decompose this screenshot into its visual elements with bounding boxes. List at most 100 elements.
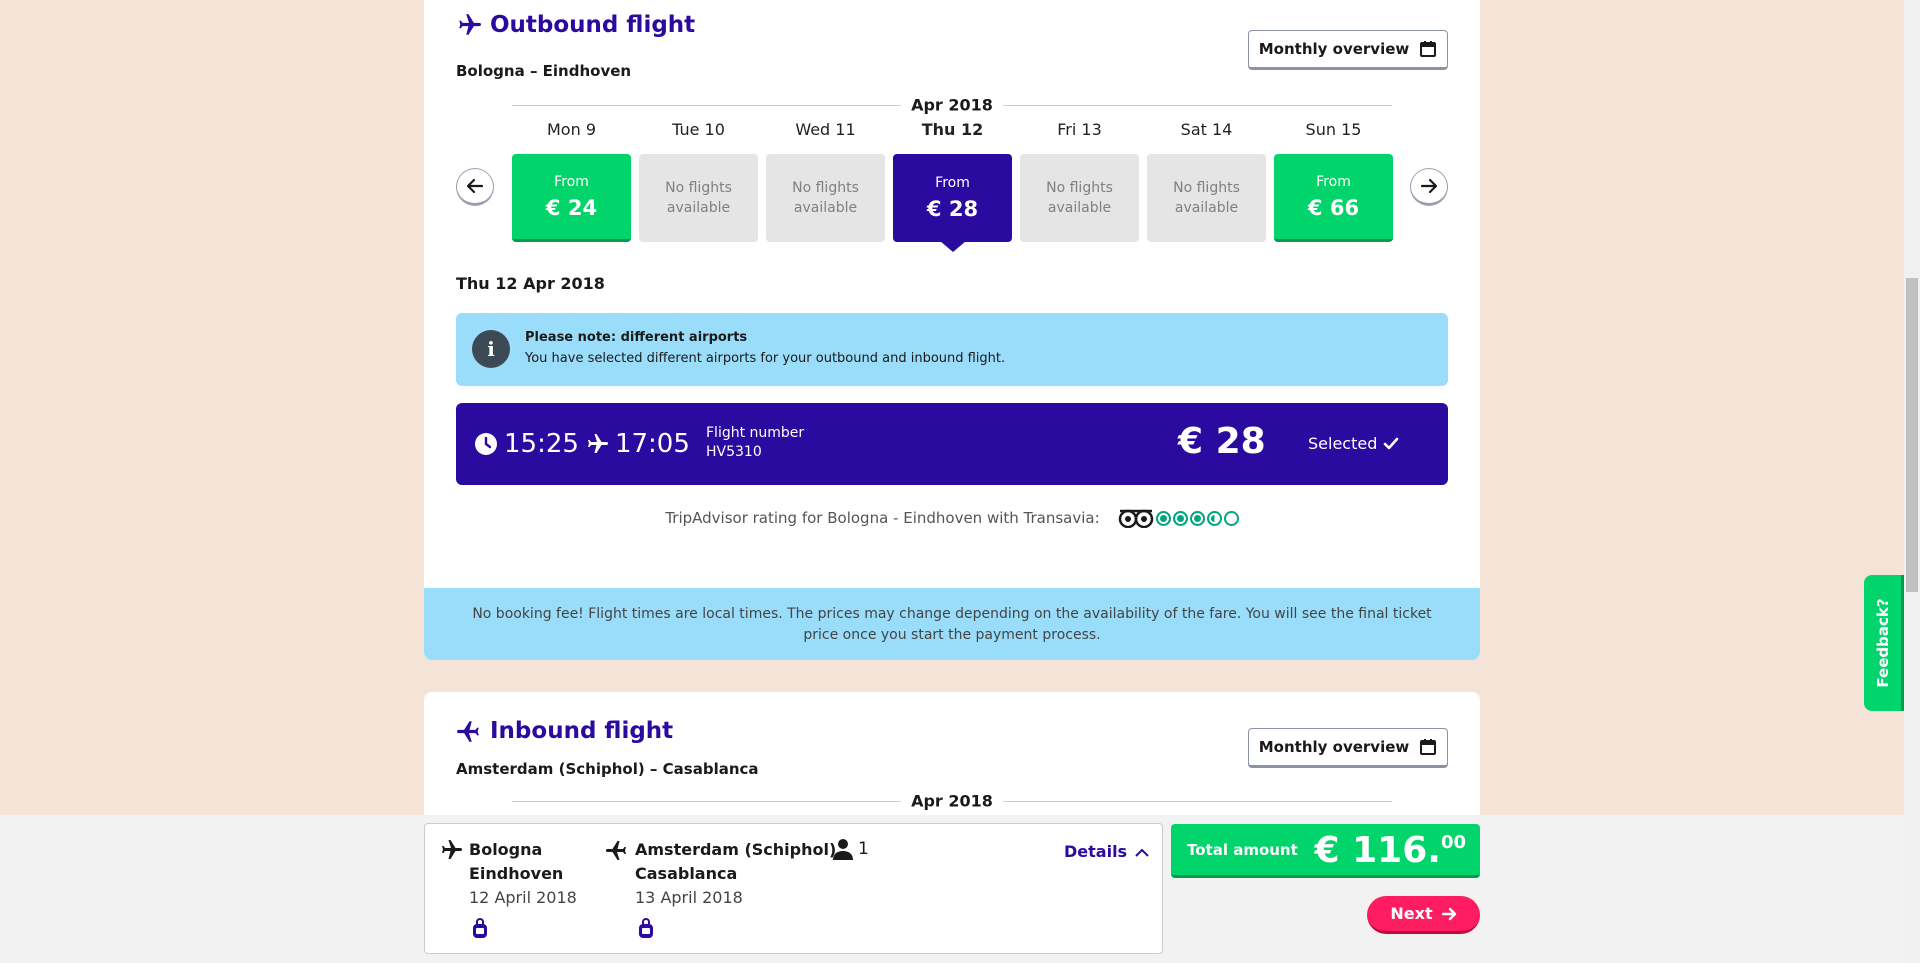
calendar-icon xyxy=(1420,739,1437,755)
summary-inbound-leg: Amsterdam (Schiphol) Casablanca 13 April… xyxy=(606,838,837,944)
details-toggle[interactable]: Details xyxy=(1064,842,1149,861)
calendar-icon xyxy=(1420,41,1437,57)
feedback-tab[interactable]: Feedback? xyxy=(1864,575,1904,711)
leg-date: 13 April 2018 xyxy=(635,888,743,907)
outbound-route: Bologna – Eindhoven xyxy=(456,62,632,80)
prev-week-button[interactable] xyxy=(456,168,494,206)
day-fare-box: No flights available xyxy=(766,154,885,242)
total-value-cents: 00 xyxy=(1440,832,1466,853)
check-icon xyxy=(1384,437,1399,449)
day-fare-price: € 66 xyxy=(1307,195,1360,220)
flight-number: HV5310 xyxy=(706,444,762,460)
day-fare-price: € 28 xyxy=(926,197,979,221)
day-fare-price: € 24 xyxy=(545,195,598,220)
outbound-title: Outbound flight xyxy=(456,12,695,38)
day-name: Fri 13 xyxy=(1057,120,1102,139)
arrow-left-icon xyxy=(466,178,484,194)
next-week-button[interactable] xyxy=(1410,168,1448,206)
day-column: Mon 9 From € 24 xyxy=(512,120,631,242)
selected-date-heading: Thu 12 Apr 2018 xyxy=(456,274,605,293)
leg-from: Amsterdam (Schiphol) xyxy=(635,840,837,859)
day-column: Fri 13 No flights available xyxy=(1020,120,1139,242)
day-fare-line1: No flights xyxy=(665,180,732,196)
tripadvisor-text: TripAdvisor rating for Bologna - Eindhov… xyxy=(665,509,1100,527)
day-column: Sun 15 From € 66 xyxy=(1274,120,1393,242)
details-label: Details xyxy=(1064,842,1128,861)
info-icon: i xyxy=(472,330,510,368)
inbound-title: Inbound flight xyxy=(456,718,673,744)
outbound-card: Outbound flight Bologna – Eindhoven Mont… xyxy=(424,0,1480,660)
person-icon xyxy=(833,839,853,860)
day-fare-box[interactable]: From € 28 xyxy=(893,154,1012,242)
notice-title: Please note: different airports xyxy=(525,330,748,345)
leg-to: Eindhoven xyxy=(469,864,564,883)
passenger-count: 1 xyxy=(832,838,869,860)
chevron-up-icon xyxy=(1135,848,1149,857)
day-fare-line2: available xyxy=(1174,200,1239,216)
flight-number-label: Flight number xyxy=(706,425,805,441)
baggage-icon xyxy=(639,918,653,938)
month-label: Apr 2018 xyxy=(901,95,1003,115)
passenger-count-value: 1 xyxy=(858,839,869,859)
summary-outbound-leg: Bologna Eindhoven 12 April 2018 xyxy=(442,838,577,944)
inbound-title-text: Inbound flight xyxy=(490,718,674,744)
day-fare-line2: available xyxy=(793,200,858,216)
day-fare-line1: From xyxy=(1316,173,1351,190)
monthly-overview-button[interactable]: Monthly overview xyxy=(1248,30,1448,70)
notice-text: You have selected different airports for… xyxy=(525,351,1006,366)
rating-bubble xyxy=(1189,510,1205,526)
month-label: Apr 2018 xyxy=(901,791,1003,811)
plane-icon xyxy=(457,721,479,742)
plane-icon xyxy=(606,841,626,860)
baggage-icon xyxy=(473,918,487,938)
plane-icon xyxy=(587,434,608,453)
day-name: Wed 11 xyxy=(795,120,856,139)
total-amount: Total amount € 116.00 xyxy=(1171,824,1480,878)
next-label: Next xyxy=(1390,904,1433,923)
rating-bubble xyxy=(1223,510,1239,526)
leg-to: Casablanca xyxy=(635,864,738,883)
flight-times: 15:25 17:05 xyxy=(474,429,690,459)
leg-date: 12 April 2018 xyxy=(469,888,577,907)
arrival-time: 17:05 xyxy=(614,429,690,459)
day-fare-line1: From xyxy=(554,173,589,190)
feedback-label: Feedback? xyxy=(1873,598,1892,688)
flight-price: € 28 xyxy=(1178,421,1266,462)
selected-status: Selected xyxy=(1308,434,1399,453)
arrow-right-icon xyxy=(1420,178,1438,194)
month-divider: Apr 2018 xyxy=(512,95,1392,115)
departure-time: 15:25 xyxy=(504,429,579,459)
day-fare-box: No flights available xyxy=(1020,154,1139,242)
day-fare-line1: From xyxy=(935,175,970,191)
rating-bubble xyxy=(1206,510,1222,526)
day-fare-line1: No flights xyxy=(792,180,859,196)
plane-icon xyxy=(459,14,481,35)
next-button[interactable]: Next xyxy=(1367,896,1480,934)
day-fare-box[interactable]: From € 66 xyxy=(1274,154,1393,242)
arrow-right-icon xyxy=(1441,907,1456,920)
day-fare-box[interactable]: From € 24 xyxy=(512,154,631,242)
total-value-main: € 116. xyxy=(1314,830,1441,871)
scroll-thumb[interactable] xyxy=(1906,278,1918,592)
trip-summary: Bologna Eindhoven 12 April 2018 Amsterda… xyxy=(424,823,1163,954)
day-fare-line2: available xyxy=(1047,200,1112,216)
clock-icon xyxy=(475,433,497,455)
page-scrollbar[interactable] xyxy=(1904,0,1920,963)
rating-bubble xyxy=(1155,510,1171,526)
day-fare-box: No flights available xyxy=(1147,154,1266,242)
monthly-overview-button-inbound[interactable]: Monthly overview xyxy=(1248,728,1448,768)
day-fare-line1: No flights xyxy=(1046,180,1113,196)
monthly-overview-label: Monthly overview xyxy=(1258,40,1410,58)
month-divider: Apr 2018 xyxy=(512,791,1392,811)
day-name: Thu 12 xyxy=(921,120,984,139)
rating-bubble xyxy=(1172,510,1188,526)
different-airports-notice: i Please note: different airports You ha… xyxy=(456,313,1448,386)
inbound-route: Amsterdam (Schiphol) – Casablanca xyxy=(456,760,759,778)
day-column: Tue 10 No flights available xyxy=(639,120,758,242)
day-name: Mon 9 xyxy=(547,120,596,139)
flight-option-selected[interactable]: 15:25 17:05 Flight number HV5310 € 28 Se… xyxy=(456,403,1448,485)
tripadvisor-row: TripAdvisor rating for Bologna - Eindhov… xyxy=(424,508,1480,528)
monthly-overview-label: Monthly overview xyxy=(1258,738,1410,756)
selected-label: Selected xyxy=(1308,434,1378,453)
day-fare-line2: available xyxy=(666,200,731,216)
